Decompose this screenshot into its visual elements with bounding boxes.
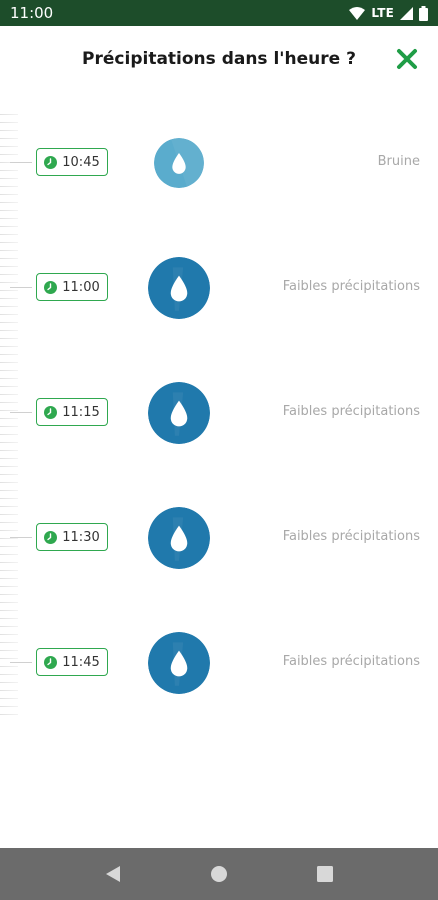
wifi-icon xyxy=(349,6,366,20)
home-icon xyxy=(211,866,227,882)
clock-icon xyxy=(44,530,58,544)
drizzle-indicator xyxy=(154,138,204,188)
time-badge: 11:15 xyxy=(36,398,108,426)
time-text: 11:30 xyxy=(62,529,100,545)
status-bar: 11:00 LTE xyxy=(0,0,438,26)
back-button[interactable] xyxy=(99,860,127,888)
time-text: 10:45 xyxy=(62,154,100,170)
light-rain-indicator xyxy=(148,257,210,319)
header: Précipitations dans l'heure ? xyxy=(0,26,438,92)
recents-icon xyxy=(317,866,333,882)
timeline-tick xyxy=(10,662,32,663)
precipitation-label: Faibles précipitations xyxy=(282,654,420,669)
precipitation-label: Faibles précipitations xyxy=(282,279,420,294)
precipitation-label: Bruine xyxy=(377,154,420,169)
forecast-row: 11:00 Faibles précipitations xyxy=(0,253,438,323)
close-button[interactable] xyxy=(394,46,420,72)
time-badge: 10:45 xyxy=(36,148,108,176)
home-button[interactable] xyxy=(205,860,233,888)
time-text: 11:45 xyxy=(62,654,100,670)
time-badge: 11:45 xyxy=(36,648,108,676)
time-badge: 11:00 xyxy=(36,273,108,301)
forecast-row: 11:30 Faibles précipitations xyxy=(0,503,438,573)
status-icons: LTE xyxy=(349,5,428,21)
time-badge: 11:30 xyxy=(36,523,108,551)
forecast-row: 11:15 Faibles précipitations xyxy=(0,378,438,448)
navigation-bar xyxy=(0,848,438,900)
precipitation-label: Faibles précipitations xyxy=(282,404,420,419)
forecast-row: 10:45 Bruine xyxy=(0,128,438,198)
status-time: 11:00 xyxy=(10,4,54,22)
rain-drop-icon xyxy=(148,382,210,444)
timeline-tick xyxy=(10,412,32,413)
battery-icon xyxy=(419,5,428,21)
clock-icon xyxy=(44,655,58,669)
rain-drop-icon xyxy=(148,632,210,694)
timeline-tick xyxy=(10,287,32,288)
rain-drop-icon xyxy=(148,507,210,569)
forecast-row: 11:45 Faibles précipitations xyxy=(0,628,438,698)
time-text: 11:15 xyxy=(62,404,100,420)
clock-icon xyxy=(44,155,58,169)
light-rain-indicator xyxy=(148,382,210,444)
light-rain-indicator xyxy=(148,632,210,694)
timeline-tick xyxy=(10,537,32,538)
clock-icon xyxy=(44,405,58,419)
recents-button[interactable] xyxy=(311,860,339,888)
precipitation-label: Faibles précipitations xyxy=(282,529,420,544)
timeline-tick xyxy=(10,162,32,163)
clock-icon xyxy=(44,280,58,294)
page-title: Précipitations dans l'heure ? xyxy=(82,49,356,69)
close-icon xyxy=(397,49,417,69)
light-rain-indicator xyxy=(148,507,210,569)
rain-drop-icon xyxy=(154,138,204,188)
back-icon xyxy=(106,866,120,882)
network-type: LTE xyxy=(371,6,394,20)
signal-icon xyxy=(400,6,413,20)
rain-drop-icon xyxy=(148,257,210,319)
time-text: 11:00 xyxy=(62,279,100,295)
